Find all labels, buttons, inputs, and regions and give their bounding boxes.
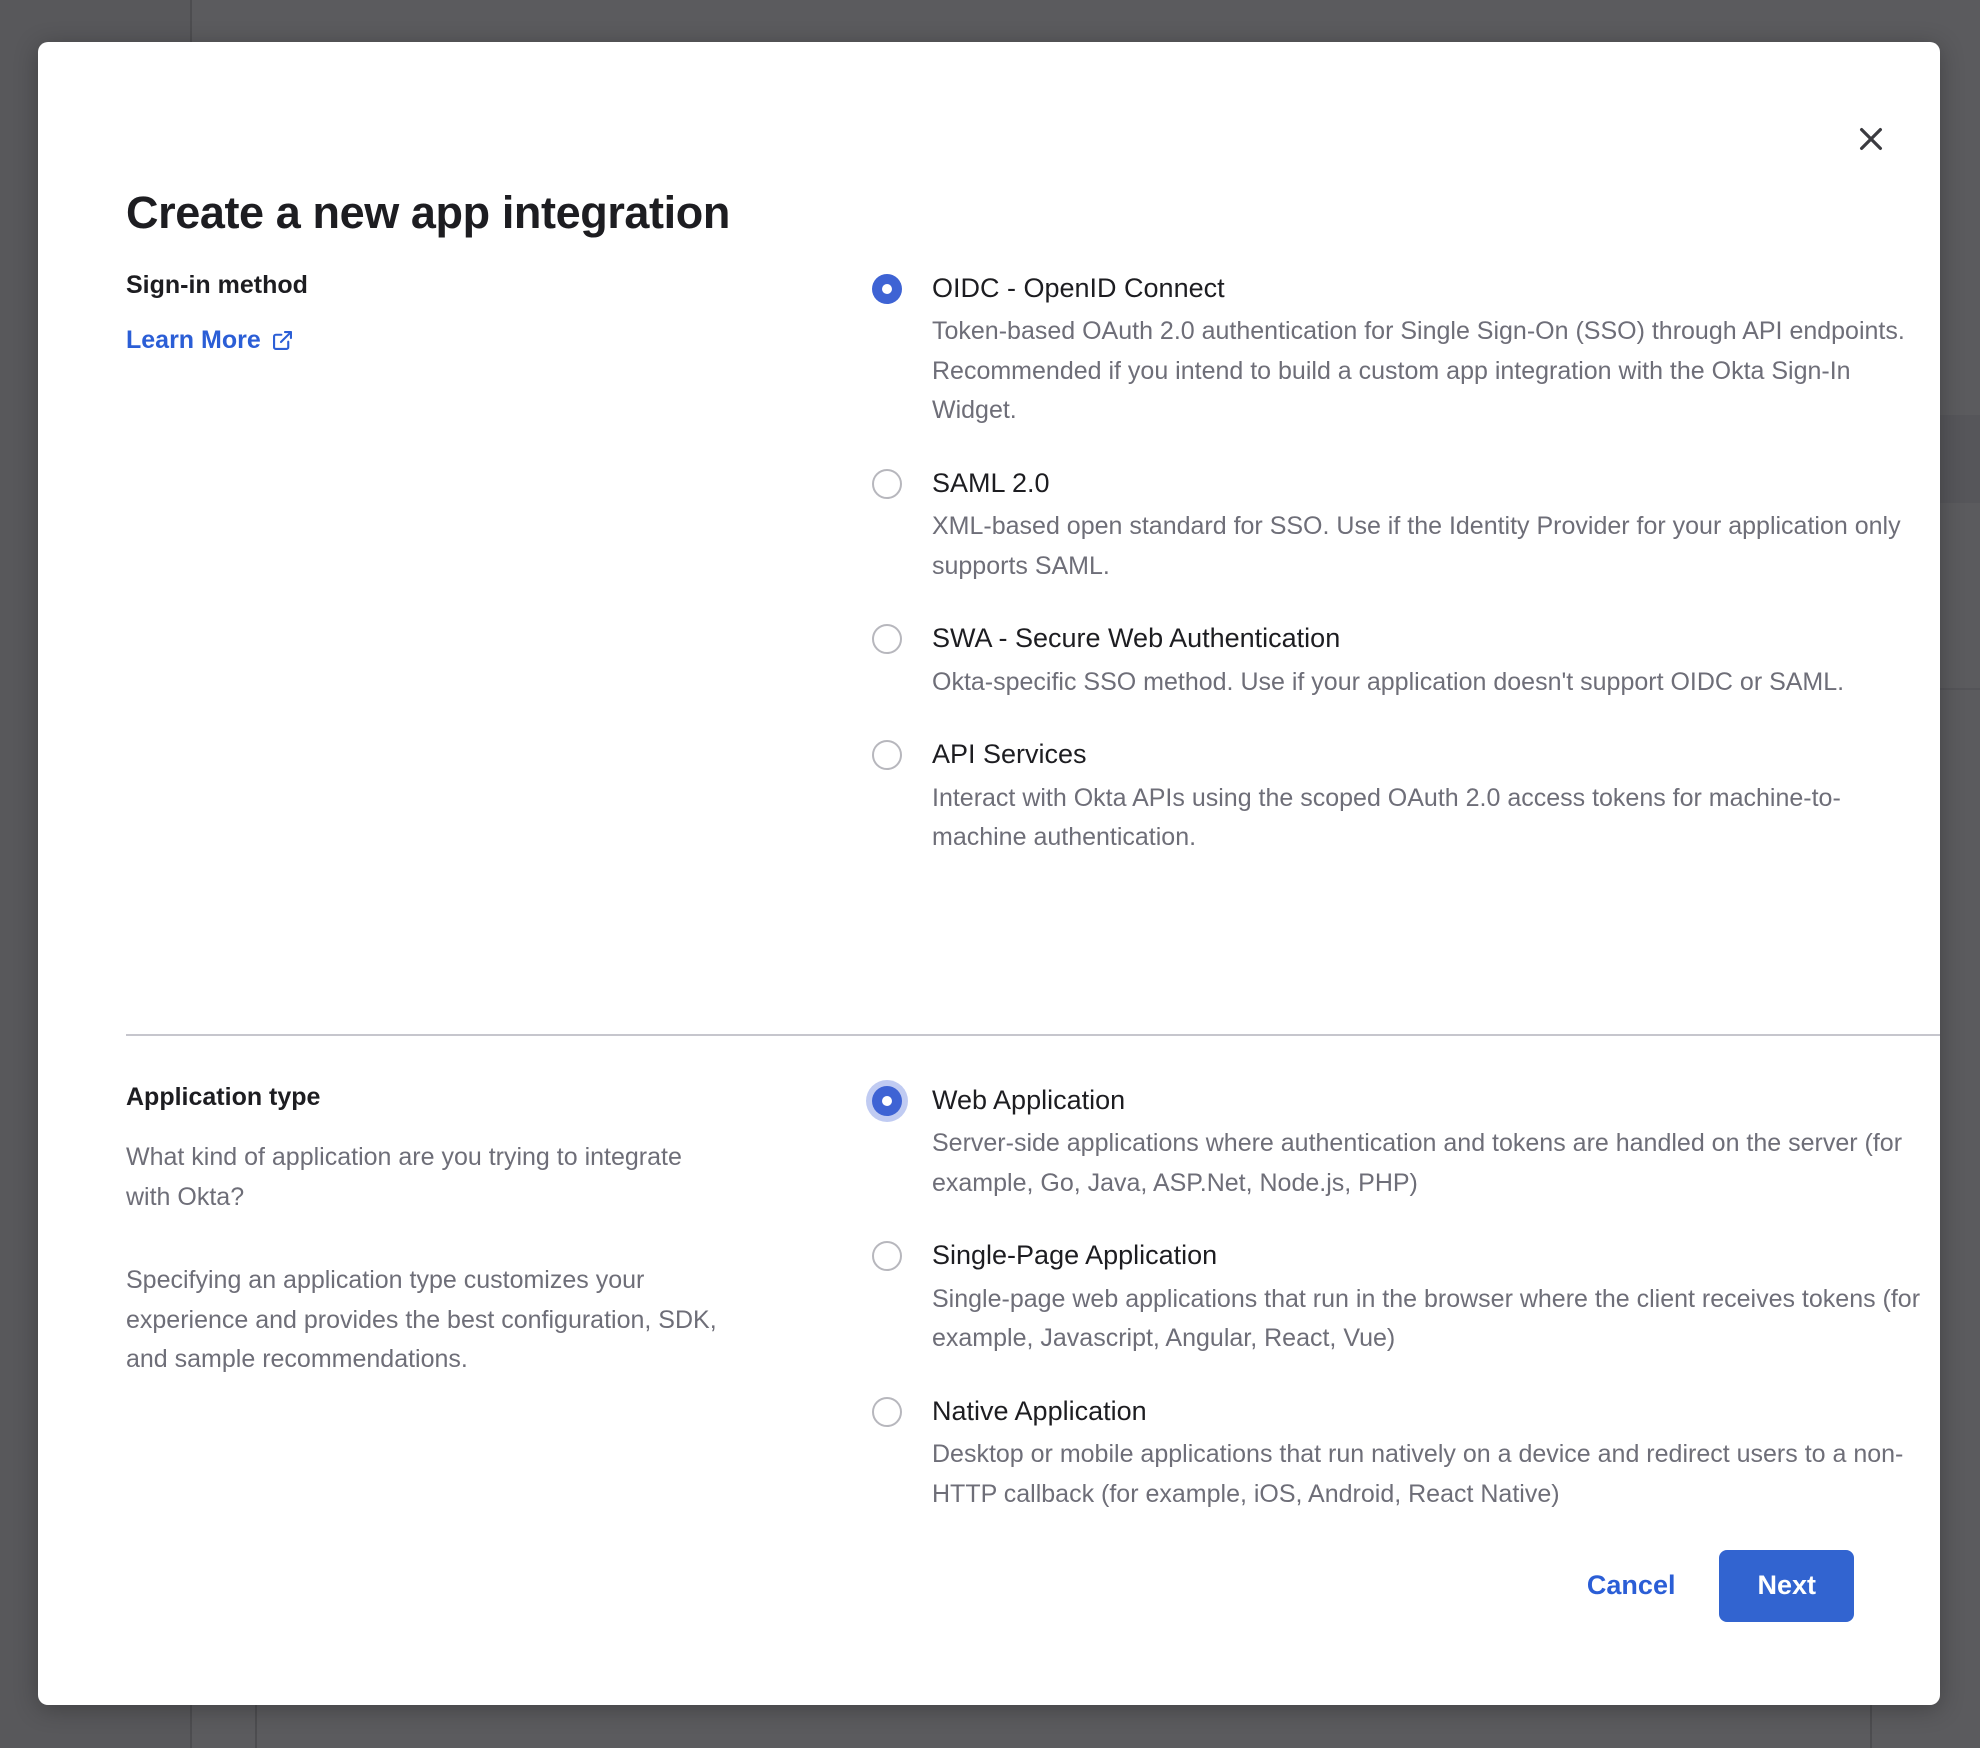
close-icon[interactable] [1840, 108, 1902, 170]
sign-in-method-option-label: API Services [932, 739, 1087, 770]
create-app-integration-dialog: Create a new app integration Sign-in met… [38, 42, 1940, 1705]
application-type-paragraph-2: Specifying an application type customize… [126, 1266, 717, 1373]
sign-in-method-option[interactable]: OIDC - OpenID Connect Token-based OAuth 2… [864, 270, 1924, 431]
application-type-option-label: Web Application [932, 1085, 1126, 1115]
page-title: Create a new app integration [126, 187, 730, 239]
application-type-option[interactable]: Web Application Server-side applications … [864, 1082, 1924, 1203]
sign-in-method-option[interactable]: API Services Interact with Okta APIs usin… [864, 736, 1924, 857]
radio-button[interactable] [872, 1241, 902, 1272]
sign-in-method-description-column: Sign-in method Learn More [126, 270, 726, 355]
radio-button[interactable] [872, 274, 902, 304]
application-type-options: Web Application Server-side applications … [864, 1082, 1924, 1514]
application-type-option[interactable]: Single-Page Application Single-page web a… [864, 1237, 1924, 1358]
sign-in-method-heading: Sign-in method [126, 271, 308, 299]
sign-in-method-option-label: OIDC - OpenID Connect [932, 273, 1225, 303]
sign-in-method-option-description: Okta-specific SSO method. Use if your ap… [932, 667, 1845, 696]
section-divider [126, 1034, 1940, 1036]
sign-in-method-option-label: SWA - Secure Web Authentication [932, 623, 1341, 654]
background-column-line-right [1870, 1705, 1872, 1748]
cancel-button[interactable]: Cancel [1561, 1552, 1702, 1619]
next-button[interactable]: Next [1719, 1550, 1854, 1622]
sign-in-method-options: OIDC - OpenID Connect Token-based OAuth 2… [864, 270, 1924, 858]
radio-button[interactable] [872, 740, 902, 771]
radio-button[interactable] [872, 468, 902, 499]
radio-button[interactable] [872, 1086, 902, 1116]
application-type-paragraph-1: What kind of application are you trying … [126, 1143, 682, 1211]
application-type-description-column: Application type What kind of applicatio… [126, 1082, 726, 1380]
sign-in-method-option[interactable]: SAML 2.0 XML-based open standard for SSO.… [864, 465, 1924, 586]
dialog-footer: Cancel Next [1561, 1550, 1854, 1622]
radio-button[interactable] [872, 1396, 902, 1427]
learn-more-label: Learn More [126, 326, 261, 354]
application-type-option-label: Single-Page Application [932, 1240, 1218, 1271]
application-type-option-description: Server-side applications where authentic… [932, 1129, 1903, 1197]
sign-in-method-option-description: Interact with Okta APIs using the scoped… [932, 783, 1841, 852]
application-type-heading: Application type [126, 1083, 321, 1111]
sign-in-method-option[interactable]: SWA - Secure Web Authentication Okta-spec… [864, 620, 1924, 702]
application-type-option-description: Desktop or mobile applications that run … [932, 1440, 1904, 1508]
sign-in-method-option-label: SAML 2.0 [932, 467, 1050, 498]
application-type-option-description: Single-page web applications that run in… [932, 1284, 1921, 1353]
sign-in-method-option-description: Token-based OAuth 2.0 authentication for… [932, 317, 1905, 425]
background-column-line-left [255, 1705, 257, 1748]
application-type-option-label: Native Application [932, 1395, 1147, 1426]
external-link-icon [271, 329, 294, 352]
sign-in-method-option-description: XML-based open standard for SSO. Use if … [932, 512, 1901, 580]
learn-more-link[interactable]: Learn More [126, 326, 294, 355]
application-type-option[interactable]: Native Application Desktop or mobile appl… [864, 1393, 1924, 1514]
radio-button[interactable] [872, 624, 902, 655]
